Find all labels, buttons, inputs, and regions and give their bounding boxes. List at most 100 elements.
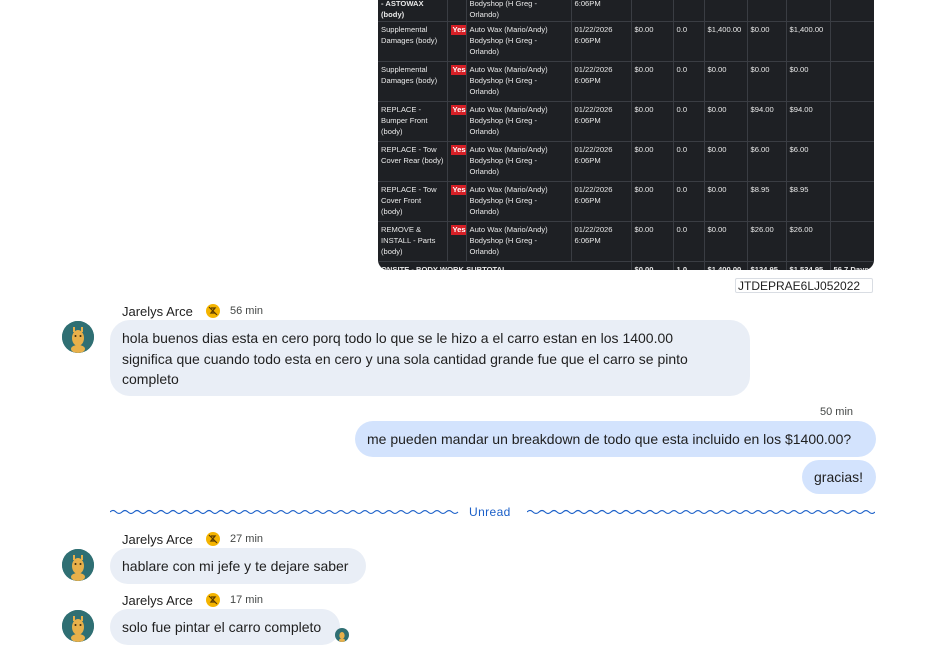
message-time: 17 min <box>230 594 264 606</box>
message-time: 56 min <box>230 305 264 317</box>
amount-cell: $0.00 <box>704 141 748 182</box>
vendor-cell: Auto Wax (Mario/Andy) Bodyshop (H Greg -… <box>466 221 572 262</box>
amount-cell: $0.00 <box>747 21 787 62</box>
amount-cell: $0.00 <box>631 221 674 262</box>
amount-cell: $0.00 <box>631 61 674 102</box>
message-text: solo fue pintar el carro completo <box>122 619 322 635</box>
message-text: hola buenos dias esta en cero porq todo … <box>122 330 674 346</box>
vendor-cell: Bodyshop (H Greg - Orlando) <box>466 0 572 22</box>
amount-cell: $94.00 <box>786 101 831 142</box>
hours-cell: 0.0 <box>673 221 705 262</box>
yes-tag: Yes <box>450 65 466 75</box>
subtotal-row: ONSITE - BODY WORK SUBTOTAL $0.00 1.0 $1… <box>378 261 874 270</box>
table-row: - ASTOWAX (body) Bodyshop (H Greg - Orla… <box>378 0 874 22</box>
message-time: 27 min <box>230 533 264 545</box>
item-cell: REPLACE - Bumper Front (body) <box>378 101 448 142</box>
hours-cell: 0.0 <box>673 61 705 102</box>
message-text: gracias! <box>814 469 864 485</box>
yes-tag: Yes <box>450 145 466 155</box>
amount-cell: $8.95 <box>786 181 831 222</box>
yes-tag: Yes <box>450 25 466 35</box>
vendor-cell: Auto Wax (Mario/Andy) Bodyshop (H Greg -… <box>466 21 572 62</box>
yes-cell: Yes <box>447 181 467 222</box>
subtotal-label: ONSITE - BODY WORK SUBTOTAL <box>378 261 632 270</box>
message-text: completo <box>122 371 179 387</box>
sleep-badge-icon <box>206 532 220 546</box>
date-cell: 01/22/2026 6:06PM <box>571 21 632 62</box>
sender-name: Jarelys Arce <box>122 593 193 608</box>
date-cell: 01/22/2026 6:06PM <box>571 181 632 222</box>
amount-cell: $1,400.00 <box>704 21 748 62</box>
empty-cell <box>830 221 874 262</box>
attached-screenshot-image[interactable]: - ASTOWAX (body) Bodyshop (H Greg - Orla… <box>378 0 874 270</box>
amount-cell: $0.00 <box>704 181 748 222</box>
date-cell: 01/22/2026 6:06PM <box>571 141 632 182</box>
table-row: Supplemental Damages (body) Yes Auto Wax (… <box>378 61 874 102</box>
amount-cell: $8.95 <box>747 181 787 222</box>
amount-cell: $94.00 <box>747 101 787 142</box>
table-row: REMOVE & INSTALL - Parts (body) Yes Auto W… <box>378 221 874 262</box>
yes-tag: Yes <box>450 105 466 115</box>
outgoing-message-bubble[interactable]: me pueden mandar un breakdown de todo qu… <box>355 421 876 457</box>
giraffe-avatar-icon[interactable] <box>62 321 94 353</box>
read-receipt-avatar-icon <box>335 628 349 642</box>
empty-cell <box>830 181 874 222</box>
yes-cell: Yes <box>447 101 467 142</box>
outgoing-message-bubble[interactable]: gracias! <box>802 460 876 494</box>
hours-cell: 0.0 <box>673 181 705 222</box>
unread-divider-wave-left <box>110 509 459 515</box>
item-cell: Supplemental Damages (body) <box>378 21 448 62</box>
amount-cell: $0.00 <box>704 221 748 262</box>
vin-text: JTDEPRAE6LJ052022 <box>735 278 873 293</box>
amount-cell: $1,400.00 <box>786 21 831 62</box>
message-text: significa que cuando todo esta en cero y… <box>122 350 688 367</box>
item-cell: Supplemental Damages (body) <box>378 61 448 102</box>
yes-cell: Yes <box>447 141 467 182</box>
table-row: REPLACE - Bumper Front (body) Yes Auto Wax… <box>378 101 874 142</box>
date-cell: 01/22/2026 6:06PM <box>571 101 632 142</box>
yes-tag: Yes <box>450 185 466 195</box>
yes-cell: Yes <box>447 221 467 262</box>
empty-cell <box>830 141 874 182</box>
table-row: REPLACE - Tow Cover Front (body) Yes Auto … <box>378 181 874 222</box>
hours-cell: 0.0 <box>673 101 705 142</box>
sleep-badge-icon <box>206 593 220 607</box>
giraffe-avatar-icon[interactable] <box>62 610 94 642</box>
date-cell: 01/22/2026 6:06PM <box>571 221 632 262</box>
amount-cell: $26.00 <box>747 221 787 262</box>
table-row: Supplemental Damages (body) Yes Auto Wax (… <box>378 21 874 62</box>
sender-name: Jarelys Arce <box>122 304 193 319</box>
vendor-cell: Auto Wax (Mario/Andy) Bodyshop (H Greg -… <box>466 101 572 142</box>
item-cell: REPLACE - Tow Cover Rear (body) <box>378 141 448 182</box>
empty-cell <box>830 21 874 62</box>
amount-cell: $0.00 <box>704 101 748 142</box>
item-cell: REPLACE - Tow Cover Front (body) <box>378 181 448 222</box>
unread-divider-label: Unread <box>469 505 511 519</box>
incoming-message-bubble[interactable]: solo fue pintar el carro completo <box>110 609 340 645</box>
empty-cell <box>830 101 874 142</box>
vendor-cell: Auto Wax (Mario/Andy) Bodyshop (H Greg -… <box>466 181 572 222</box>
amount-cell: $6.00 <box>786 141 831 182</box>
amount-cell: $26.00 <box>786 221 831 262</box>
vendor-cell: Auto Wax (Mario/Andy) Bodyshop (H Greg -… <box>466 141 572 182</box>
message-text: hablare con mi jefe y te dejare saber <box>122 558 349 574</box>
hours-cell: 0.0 <box>673 21 705 62</box>
hours-cell: 0.0 <box>673 141 705 182</box>
amount-cell: $0.00 <box>631 101 674 142</box>
yes-cell: Yes <box>447 61 467 102</box>
yes-cell: Yes <box>447 21 467 62</box>
amount-cell: $0.00 <box>631 21 674 62</box>
incoming-message-bubble[interactable]: hola buenos dias esta en cero porq todo … <box>110 320 750 396</box>
date-cell: 01/22/2026 6:06PM <box>571 61 632 102</box>
message-text: me pueden mandar un breakdown de todo qu… <box>367 431 852 447</box>
yes-tag: Yes <box>450 225 466 235</box>
incoming-message-bubble[interactable]: hablare con mi jefe y te dejare saber <box>110 548 366 584</box>
item-cell: REMOVE & INSTALL - Parts (body) <box>378 221 448 262</box>
item-cell: - ASTOWAX (body) <box>378 0 448 22</box>
estimate-table: - ASTOWAX (body) Bodyshop (H Greg - Orla… <box>378 0 874 270</box>
table-row: REPLACE - Tow Cover Rear (body) Yes Auto W… <box>378 141 874 182</box>
amount-cell: $6.00 <box>747 141 787 182</box>
sender-name: Jarelys Arce <box>122 532 193 547</box>
giraffe-avatar-icon[interactable] <box>62 549 94 581</box>
sleep-badge-icon <box>206 304 220 318</box>
